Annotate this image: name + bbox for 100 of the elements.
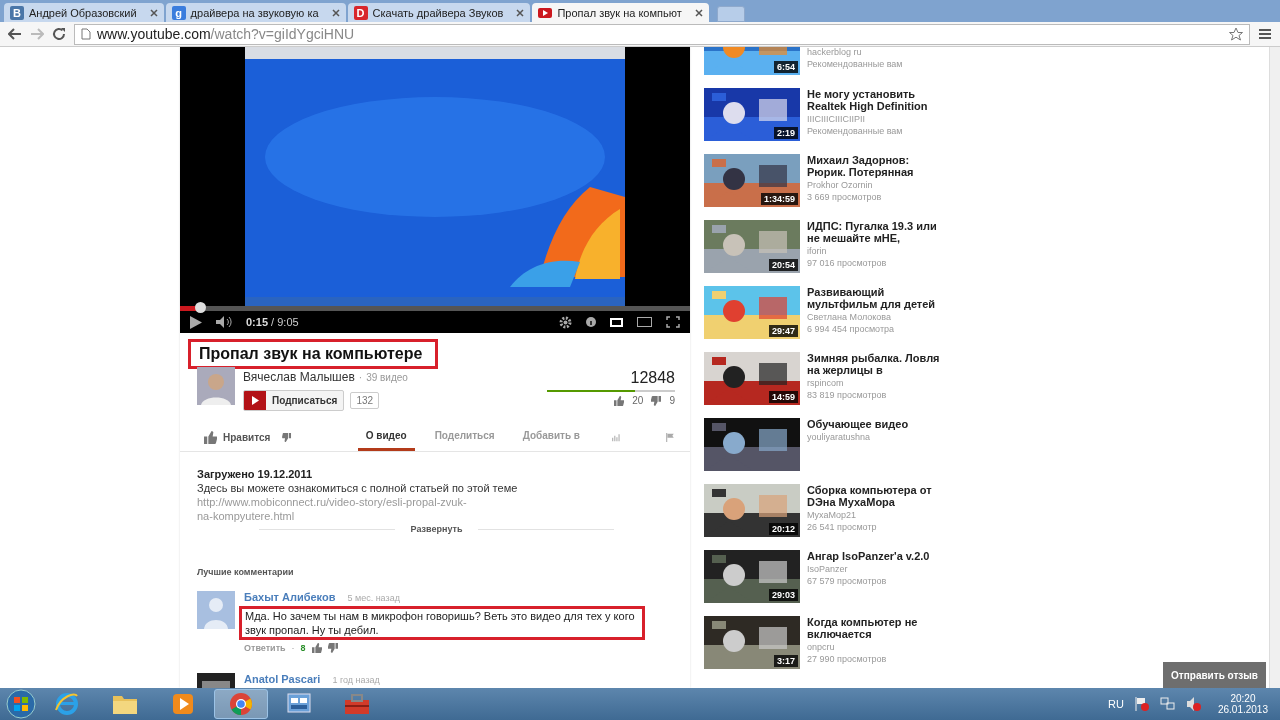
video-duration: 6:54 [774,61,798,73]
video-title-link[interactable]: Ангар IsoPanzer'a v.2.0 [807,550,940,562]
video-title: Пропал звук на компьютере [188,339,438,369]
channel-name[interactable]: Вячеслав Малышев [243,370,355,384]
close-icon[interactable] [694,8,703,17]
tab-title: драйвера на звуковую ка [190,6,319,19]
clock-date: 26.01.2013 [1217,704,1268,715]
menu-icon[interactable] [1258,28,1272,40]
subscribe-button[interactable]: Подписаться [243,390,345,411]
browser-tab[interactable]: Пропал звук на компьют [532,3,709,22]
fullscreen-icon[interactable] [666,316,680,328]
channel-name: hackerblog ru [807,47,863,57]
globe-e-icon [55,692,79,716]
clock-time: 20:20 [1230,693,1256,704]
video-title-link[interactable]: Михаил Задорнов: Рюрик. Потерянная [807,154,940,178]
video-meta: 6 994 454 просмотра [807,324,896,334]
channel-name: Prokhor Ozornin [807,180,874,190]
address-bar[interactable]: www.youtube.com/watch?v=giIdYgciHNU [74,23,1250,45]
time-display: 0:15 / 9:05 [246,316,299,328]
video-title-link[interactable]: Развивающий мультфильм для детей [807,286,940,310]
play-icon[interactable] [190,315,202,329]
info-icon[interactable] [586,317,596,327]
video-meta: 83 819 просмотров [807,390,888,400]
video-duration: 3:17 [774,655,798,667]
start-orb-icon[interactable] [6,689,36,719]
video-title-link[interactable]: Обучающее видео [807,418,940,430]
favicon: g [171,5,186,20]
progress-handle[interactable] [195,302,207,313]
flag-warning-icon[interactable] [1133,696,1150,712]
back-icon[interactable] [8,28,22,40]
url-text: www.youtube.com/watch?v=giIdYgciHNU [97,26,355,42]
language-indicator[interactable]: RU [1108,698,1124,710]
channel-name: iforin [807,246,828,256]
video-tab[interactable]: О видео [357,423,415,451]
like-button[interactable]: Нравится [204,430,271,444]
video-title-link[interactable]: Когда компьютер не включается [807,616,940,640]
app-window-icon [286,692,312,716]
browser-tab[interactable]: В Андрей Образовский [4,3,164,22]
comment-author[interactable]: Бахыт Алибеков [244,591,336,603]
small-player-icon[interactable] [610,317,623,327]
video-duration: 14:59 [768,391,798,403]
toolbox-icon [344,693,370,715]
video-title-link[interactable]: Не могу установить Realtek High Definition [807,88,940,112]
thumbs-down-icon[interactable] [651,395,662,406]
reload-icon[interactable] [52,27,66,41]
star-icon[interactable] [1229,27,1243,41]
folder-icon [112,693,138,715]
video-count: 39 видео [366,372,408,383]
video-meta: Рекомендованные вам [807,59,904,69]
video-duration: 20:54 [768,259,798,271]
video-title-link[interactable]: Зимняя рыбалка. Ловля на жерлицы в [807,352,940,376]
video-duration: 2:19 [774,127,798,139]
network-warning-icon[interactable] [1159,696,1176,712]
video-meta: Рекомендованные вам [807,126,904,136]
video-meta: 67 579 просмотров [807,576,888,586]
speaker-muted-icon[interactable] [1185,696,1202,712]
video-duration: 29:03 [768,589,798,601]
browser-tab[interactable]: D Скачать драйвера Звуков [347,3,531,22]
video-meta: 27 990 просмотров [807,654,888,664]
video-duration: 1:34:59 [760,193,798,205]
thumbs-up-icon[interactable] [204,430,217,444]
clock[interactable]: 20:20 26.01.2013 [1217,693,1268,715]
comment-author[interactable]: Anatol Pascari [244,673,321,685]
expand-button[interactable]: Развернуть [404,523,469,535]
thumbs-down-icon[interactable] [282,430,292,444]
video-meta: 3 669 просмотров [807,192,883,202]
video-title-link[interactable]: ИДПС: Пугалка 19.3 или не мешайте мНЕ, [807,220,940,244]
scrollbar[interactable] [1269,47,1280,688]
close-icon[interactable] [331,8,340,17]
favicon: D [353,5,368,20]
channel-name: IIICIIICIIICIIPII [807,114,866,124]
video-duration: 29:47 [768,325,798,337]
large-player-icon[interactable] [637,317,652,327]
play-icon [171,692,195,716]
comment-likes: 8 [300,643,306,653]
feedback-button[interactable]: Отправить отзыв [1163,662,1266,688]
page-icon [81,28,91,40]
thumbs-up-icon[interactable] [311,643,322,653]
flag-icon[interactable] [665,430,674,444]
separator-dot: · [291,643,295,653]
channel-name: onpcru [807,642,836,652]
favicon: В [10,5,24,20]
tab-title: Пропал звук на компьют [557,6,682,19]
play-logo-icon [244,391,266,410]
channel-name: Светлана Молокова [807,312,893,322]
channel-name: МухаMop21 [807,510,858,520]
comment-time: 1 год назад [332,675,380,685]
comments-heading: Лучшие комментарии [197,567,295,577]
browser-tab[interactable]: g драйвера на звуковую ка [165,3,346,22]
video-title-link[interactable]: Сборка компьютера от DЭна МухаМора [807,484,940,508]
close-icon[interactable] [516,8,525,17]
thumbs-down-icon[interactable] [327,643,338,653]
avatar [197,367,235,405]
volume-icon[interactable] [216,316,232,328]
view-count: 12848 [630,369,675,387]
thumbs-up-icon[interactable] [614,395,625,406]
channel-name: IsoPanzer [807,564,849,574]
close-icon[interactable] [149,8,158,17]
settings-icon[interactable] [559,315,572,329]
comment-time: 5 мес. назад [347,593,400,603]
